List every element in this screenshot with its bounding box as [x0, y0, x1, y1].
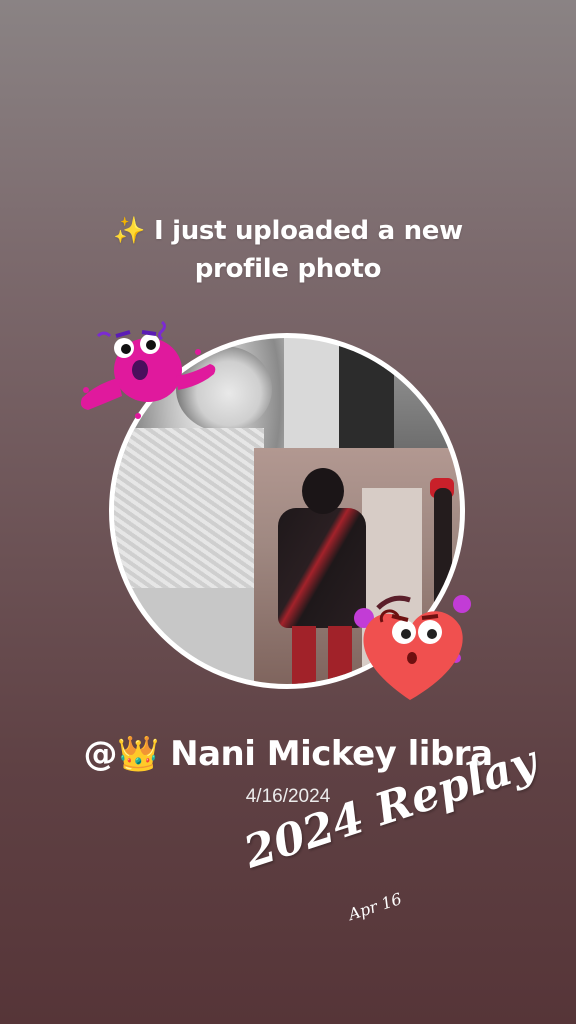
collage-photo-top-right	[339, 338, 460, 448]
headline-text-1: I just uploaded a new	[153, 216, 463, 246]
crown-icon: 👑	[116, 734, 159, 774]
headline-line-1: ✨ I just uploaded a new	[0, 212, 576, 250]
collage-photo-bottom-left	[114, 588, 254, 684]
replay-subtitle: Apr 16	[346, 889, 405, 925]
headline-text-2: profile photo	[194, 254, 382, 284]
headline: ✨ I just uploaded a new profile photo	[0, 212, 576, 288]
sparkle-icon: ✨	[113, 216, 146, 246]
heart-face-sticker-icon	[354, 595, 471, 700]
handle-at-symbol: @	[83, 734, 117, 774]
pink-monster-sticker-icon	[80, 320, 216, 419]
